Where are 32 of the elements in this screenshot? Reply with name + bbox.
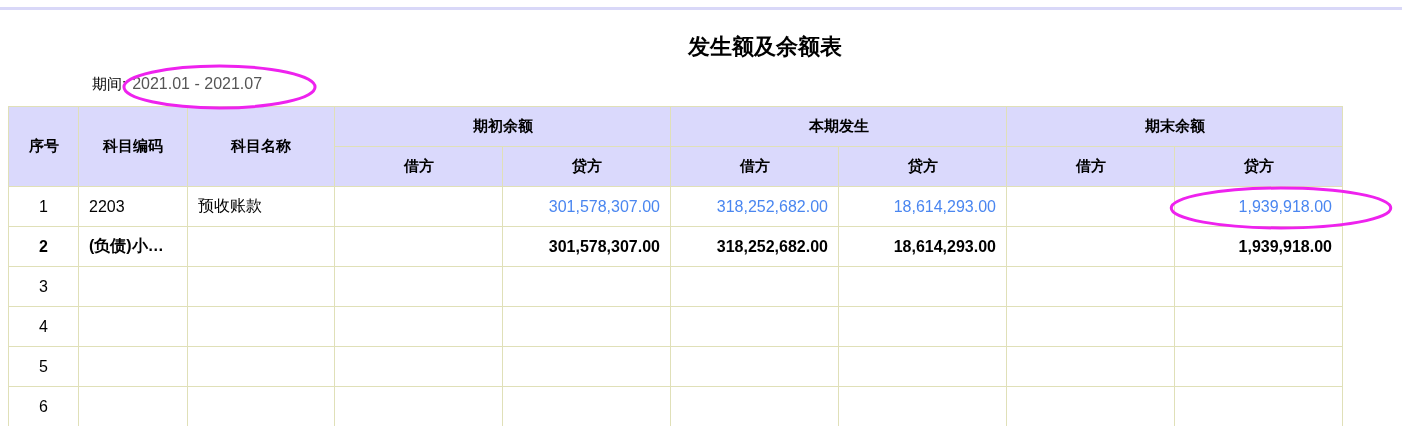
- column-header: 借方: [1006, 146, 1175, 187]
- table-cell: (负债)小…: [89, 237, 164, 254]
- column-header: 借方: [334, 146, 503, 187]
- column-header: 科目编码: [78, 106, 188, 187]
- table-cell: 318,252,682.00: [716, 197, 828, 215]
- column-header: 序号: [8, 106, 79, 187]
- table-cell: 预收账款: [198, 197, 262, 214]
- period-label: 期间:: [92, 74, 127, 94]
- column-header: 贷方: [1174, 146, 1343, 187]
- column-header: 科目名称: [187, 106, 335, 187]
- column-header: 借方: [670, 146, 839, 187]
- table-cell: 1,939,918.00: [1238, 197, 1332, 215]
- table-cell: 6: [39, 397, 48, 415]
- column-header: 本期发生: [670, 106, 1007, 147]
- table-cell: 2: [39, 237, 48, 255]
- column-header: 期初余额: [334, 106, 671, 147]
- report-title: 发生额及余额表: [687, 33, 843, 61]
- table-cell: 1: [39, 197, 48, 215]
- period-value: 2021.01 - 2021.07: [132, 75, 263, 92]
- table-cell: 3: [39, 277, 48, 295]
- column-header: 贷方: [502, 146, 671, 187]
- table-cell: 4: [39, 317, 48, 335]
- column-header: 贷方: [838, 146, 1007, 187]
- table-cell: 5: [39, 357, 48, 375]
- table-cell: 18,614,293.00: [893, 197, 996, 215]
- table-cell: 301,578,307.00: [548, 237, 660, 255]
- table-cell: 2203: [89, 197, 125, 215]
- table-cell: 1,939,918.00: [1238, 237, 1332, 255]
- table-cell: 18,614,293.00: [893, 237, 996, 255]
- table-cell: 318,252,682.00: [716, 237, 828, 255]
- column-header: 期末余额: [1006, 106, 1343, 147]
- table-cell: 301,578,307.00: [548, 197, 660, 215]
